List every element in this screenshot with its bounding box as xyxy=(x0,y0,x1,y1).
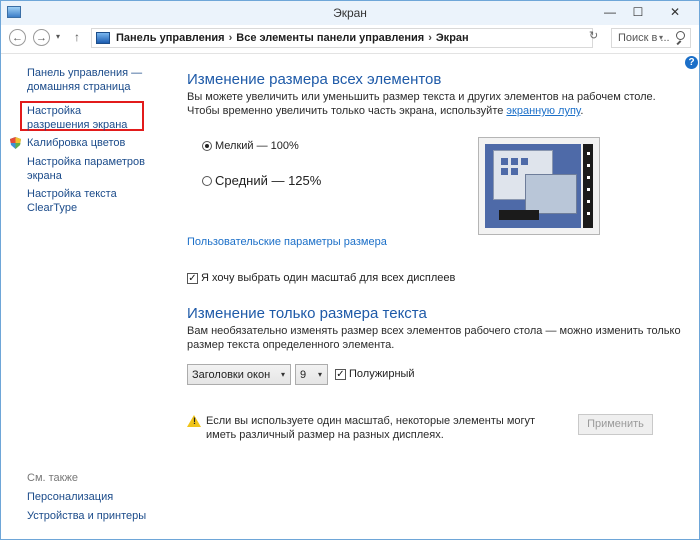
address-bar[interactable]: Панель управления › Все элементы панели уп… xyxy=(91,28,663,48)
one-scale-checkbox-label[interactable]: Я хочу выбрать один масштаб для всех дис… xyxy=(201,272,455,284)
chevron-down-icon: ▾ xyxy=(280,370,285,379)
shield-icon xyxy=(10,137,21,149)
preview-tile xyxy=(511,168,518,175)
sidebar-item-display-settings[interactable]: Настройка параметров экрана xyxy=(27,155,147,183)
search-input[interactable]: Поиск в ... xyxy=(611,28,691,48)
sidebar-item-devices[interactable]: Устройства и принтеры xyxy=(27,509,146,523)
breadcrumb-all-items[interactable]: Все элементы панели управления xyxy=(236,32,424,44)
window: Экран — ☐ ✕ ← → ▾ ↑ Панель управления › Вс… xyxy=(0,0,700,540)
text-size-description: Вам необязательно изменять размер всех э… xyxy=(187,325,681,351)
sidebar-item-personalization[interactable]: Персонализация xyxy=(27,490,113,504)
preview-tile xyxy=(511,158,518,165)
preview-taskbar xyxy=(499,210,539,220)
breadcrumb-display[interactable]: Экран xyxy=(436,32,469,44)
preview-tile xyxy=(521,158,528,165)
font-size-select-value: 9 xyxy=(300,369,307,381)
forward-arrow-icon[interactable]: → xyxy=(33,29,50,46)
preview-dot xyxy=(587,212,590,215)
back-arrow-icon[interactable]: ← xyxy=(9,29,26,46)
search-placeholder: Поиск в ... xyxy=(618,32,670,44)
size-description: Вы можете увеличить или уменьшить размер… xyxy=(187,90,657,118)
radio-medium[interactable] xyxy=(202,176,212,186)
bold-checkbox-label[interactable]: Полужирный xyxy=(349,368,415,380)
sidebar-item-cleartype[interactable]: Настройка текста ClearType xyxy=(27,187,167,215)
search-icon[interactable] xyxy=(676,31,685,40)
preview-dot xyxy=(587,164,590,167)
sidebar-item-calibration[interactable]: Калибровка цветов xyxy=(27,136,157,150)
chevron-down-icon: ▾ xyxy=(317,370,322,379)
close-button[interactable]: ✕ xyxy=(653,2,697,22)
radio-small[interactable] xyxy=(202,141,212,151)
breadcrumb: Панель управления › Все элементы панели уп… xyxy=(116,32,469,44)
apply-button[interactable]: Применить xyxy=(578,414,653,435)
magnifier-link[interactable]: экранную лупу xyxy=(506,105,580,117)
radio-medium-label[interactable]: Средний — 125% xyxy=(215,173,321,188)
text-size-heading: Изменение только размера текста xyxy=(187,305,427,322)
title-bar: Экран — ☐ ✕ xyxy=(1,1,699,25)
window-title: Экран xyxy=(333,6,367,20)
address-toolbar: ← → ▾ ↑ Панель управления › Все элементы п… xyxy=(1,25,699,54)
sidebar-item-resolution[interactable]: Настройка разрешения экрана xyxy=(27,104,139,132)
font-size-select[interactable]: 9 ▾ xyxy=(295,364,328,385)
element-select-value: Заголовки окон xyxy=(192,369,271,381)
preview-dot xyxy=(587,152,590,155)
recent-locations-dropdown[interactable]: ▾ xyxy=(56,32,60,41)
one-scale-checkbox[interactable]: ✓ xyxy=(187,273,198,284)
preview-dot xyxy=(587,176,590,179)
breadcrumb-control-panel[interactable]: Панель управления xyxy=(116,32,225,44)
preview-tile xyxy=(501,158,508,165)
help-icon[interactable]: ? xyxy=(685,56,698,69)
radio-small-label[interactable]: Мелкий — 100% xyxy=(215,140,299,152)
minimize-button[interactable]: — xyxy=(597,2,623,22)
breadcrumb-separator[interactable]: › xyxy=(428,32,432,44)
up-arrow-icon[interactable]: ↑ xyxy=(74,30,80,44)
bold-checkbox[interactable]: ✓ xyxy=(335,369,346,380)
preview-tile xyxy=(501,168,508,175)
preview-sidebar xyxy=(583,144,593,228)
preview-window-front xyxy=(525,174,577,214)
maximize-button[interactable]: ☐ xyxy=(625,2,651,22)
size-description-text: Вы можете увеличить или уменьшить размер… xyxy=(187,91,656,117)
sidebar-home-link[interactable]: Панель управления — домашняя страница xyxy=(27,66,147,94)
custom-size-link[interactable]: Пользовательские параметры размера xyxy=(187,236,387,248)
refresh-icon[interactable]: ↻ xyxy=(589,29,598,42)
breadcrumb-separator[interactable]: › xyxy=(229,32,233,44)
warning-icon-mark: ! xyxy=(193,416,196,426)
size-description-end: . xyxy=(580,105,584,117)
control-panel-icon xyxy=(96,32,110,44)
preview-dot xyxy=(587,200,590,203)
warning-text: Если вы используете один масштаб, некото… xyxy=(206,415,536,441)
see-also-title: См. также xyxy=(27,472,78,484)
display-preview-icon xyxy=(478,137,600,235)
element-select[interactable]: Заголовки окон ▾ xyxy=(187,364,291,385)
size-heading: Изменение размера всех элементов xyxy=(187,71,442,88)
preview-dot xyxy=(587,188,590,191)
